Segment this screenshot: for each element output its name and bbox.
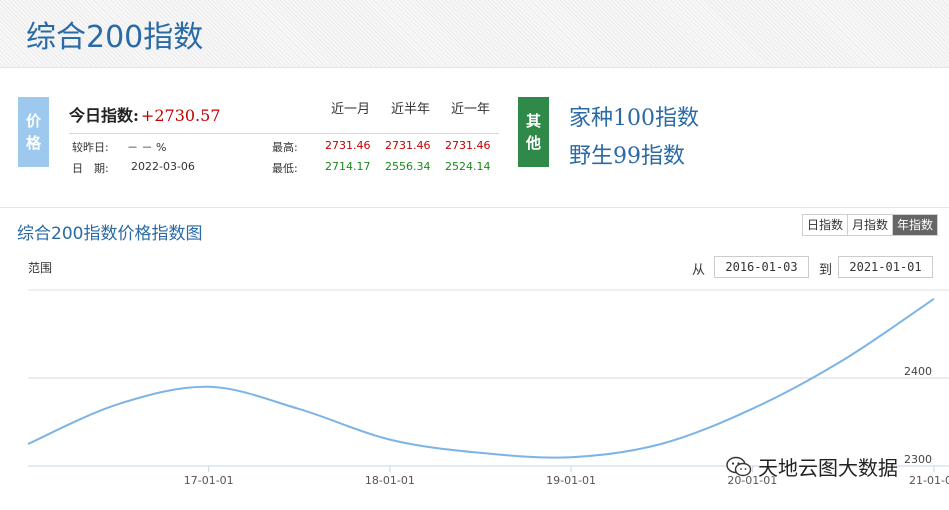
y-tick-label-2300: 2300 (904, 453, 932, 466)
from-date-input[interactable] (714, 256, 809, 278)
price-tab: 价 格 (18, 97, 49, 167)
high-label: 最高: (272, 141, 298, 154)
x-tick-label-18-01-01: 18-01-01 (365, 474, 415, 487)
low-label: 最低: (272, 162, 298, 175)
price-tab-char-2: 格 (25, 134, 41, 152)
high-half-year: 2731.46 (385, 139, 431, 152)
date-label: 日 期: (72, 162, 109, 175)
watermark-text: 天地云图大数据 (758, 456, 898, 480)
low-half-year: 2556.34 (385, 160, 431, 173)
to-date-input[interactable] (838, 256, 933, 278)
col-month: 近一月 (331, 102, 371, 117)
link-wild-99[interactable]: 野生99指数 (569, 138, 685, 170)
other-tab-char-2: 他 (525, 134, 541, 152)
compare-label: 较昨日: (72, 141, 109, 154)
page-title: 综合200指数 (26, 20, 204, 55)
to-label: 到 (819, 263, 833, 278)
today-value: +2730.57 (140, 106, 221, 125)
wechat-icon (726, 456, 752, 476)
compare-value: － － % (127, 141, 167, 154)
low-year: 2524.14 (445, 160, 491, 173)
other-tab: 其 他 (518, 97, 549, 167)
tab-yearly[interactable]: 年指数 (893, 215, 938, 235)
tab-monthly[interactable]: 月指数 (848, 215, 894, 235)
price-divider (69, 133, 499, 134)
link-cultivated-100[interactable]: 家种100指数 (569, 100, 699, 132)
col-half-year: 近半年 (391, 102, 431, 117)
other-tab-char-1: 其 (525, 112, 541, 130)
x-tick-label-19-01-01: 19-01-01 (546, 474, 596, 487)
today-index: 今日指数: +2730.57 (69, 102, 221, 126)
period-tabs: 日指数 月指数 年指数 (802, 214, 939, 236)
y-tick-label-2400: 2400 (904, 365, 932, 378)
high-month: 2731.46 (325, 139, 371, 152)
chart-title: 综合200指数价格指数图 (17, 224, 203, 244)
low-month: 2714.17 (325, 160, 371, 173)
high-year: 2731.46 (445, 139, 491, 152)
today-label: 今日指数: (69, 106, 139, 125)
price-tab-char-1: 价 (25, 112, 41, 130)
range-label: 范围 (28, 261, 53, 275)
watermark: 天地云图大数据 (726, 452, 898, 481)
x-tick-label-21-01-01: 21-01-01 (909, 474, 949, 487)
col-year: 近一年 (451, 102, 491, 117)
from-label: 从 (692, 263, 706, 278)
tab-daily[interactable]: 日指数 (803, 215, 849, 235)
y-axis-ticks: 2400 2300 (904, 365, 932, 466)
page-header: 综合200指数 (0, 0, 949, 68)
date-value: 2022-03-06 (131, 160, 195, 173)
x-tick-label-17-01-01: 17-01-01 (184, 474, 234, 487)
section-divider (0, 207, 949, 208)
